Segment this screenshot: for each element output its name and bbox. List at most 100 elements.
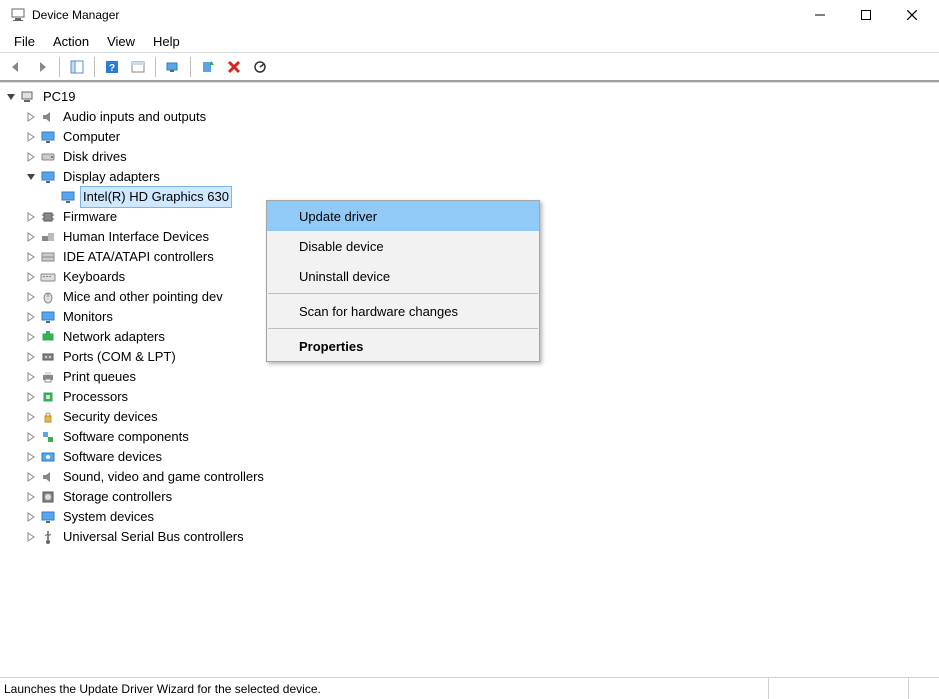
app-icon [10, 7, 26, 23]
monitor-icon [40, 129, 56, 145]
status-divider [768, 678, 769, 699]
menu-action[interactable]: Action [45, 32, 97, 51]
ctx-label: Update driver [299, 209, 377, 224]
tree-item-label-selected: Intel(R) HD Graphics 630 [80, 186, 232, 208]
hid-icon [40, 229, 56, 245]
ctx-separator [268, 328, 538, 329]
chevron-down-icon[interactable] [4, 90, 18, 104]
enable-disable-button[interactable] [248, 55, 272, 79]
chevron-right-icon[interactable] [24, 390, 38, 404]
display-adapter-icon [60, 189, 76, 205]
usb-icon [40, 529, 56, 545]
expander-spacer [44, 190, 58, 204]
port-icon [40, 349, 56, 365]
ctx-label: Scan for hardware changes [299, 304, 458, 319]
menu-help[interactable]: Help [145, 32, 188, 51]
chevron-right-icon[interactable] [24, 230, 38, 244]
titlebar: Device Manager [0, 0, 939, 30]
speaker-icon [40, 469, 56, 485]
ctx-update-driver[interactable]: Update driver [267, 201, 539, 231]
show-hide-tree-button[interactable] [65, 55, 89, 79]
software-device-icon [40, 449, 56, 465]
chevron-right-icon[interactable] [24, 510, 38, 524]
chevron-right-icon[interactable] [24, 470, 38, 484]
chevron-right-icon[interactable] [24, 210, 38, 224]
ctx-uninstall-device[interactable]: Uninstall device [267, 261, 539, 291]
chevron-right-icon[interactable] [24, 150, 38, 164]
tree-item-system[interactable]: System devices [0, 507, 939, 527]
tree-item-sound[interactable]: Sound, video and game controllers [0, 467, 939, 487]
cpu-icon [40, 389, 56, 405]
tree-item-storage[interactable]: Storage controllers [0, 487, 939, 507]
chevron-right-icon[interactable] [24, 370, 38, 384]
tree-item-computer[interactable]: Computer [0, 127, 939, 147]
forward-button[interactable] [30, 55, 54, 79]
properties-button[interactable] [126, 55, 150, 79]
tree-item-label: System devices [60, 506, 157, 528]
chevron-right-icon[interactable] [24, 410, 38, 424]
tree-item-label: IDE ATA/ATAPI controllers [60, 246, 217, 268]
ctx-disable-device[interactable]: Disable device [267, 231, 539, 261]
chevron-right-icon[interactable] [24, 450, 38, 464]
ide-icon [40, 249, 56, 265]
menu-view[interactable]: View [99, 32, 143, 51]
ctx-properties[interactable]: Properties [267, 331, 539, 361]
chevron-right-icon[interactable] [24, 310, 38, 324]
ctx-scan-hardware[interactable]: Scan for hardware changes [267, 296, 539, 326]
menu-file[interactable]: File [6, 32, 43, 51]
tree-item-label: Software devices [60, 446, 165, 468]
uninstall-button[interactable] [222, 55, 246, 79]
close-button[interactable] [889, 0, 935, 30]
tree-item-label: Sound, video and game controllers [60, 466, 267, 488]
storage-icon [40, 489, 56, 505]
lock-icon [40, 409, 56, 425]
tree-item-label: Disk drives [60, 146, 130, 168]
tree-item-display-adapters[interactable]: Display adapters [0, 167, 939, 187]
tree-item-processors[interactable]: Processors [0, 387, 939, 407]
ctx-label: Disable device [299, 239, 384, 254]
scan-hardware-button[interactable] [161, 55, 185, 79]
tree-item-disk-drives[interactable]: Disk drives [0, 147, 939, 167]
network-icon [40, 329, 56, 345]
tree-item-label: Ports (COM & LPT) [60, 346, 179, 368]
maximize-button[interactable] [843, 0, 889, 30]
tree-item-label: Network adapters [60, 326, 168, 348]
tree-item-software-components[interactable]: Software components [0, 427, 939, 447]
minimize-button[interactable] [797, 0, 843, 30]
tree-root[interactable]: PC19 [0, 87, 939, 107]
chevron-right-icon[interactable] [24, 290, 38, 304]
chevron-right-icon[interactable] [24, 250, 38, 264]
chevron-right-icon[interactable] [24, 330, 38, 344]
tree-item-label: Keyboards [60, 266, 128, 288]
tree-root-label: PC19 [40, 86, 79, 108]
tree-item-label: Computer [60, 126, 123, 148]
chevron-right-icon[interactable] [24, 270, 38, 284]
status-divider [908, 678, 909, 699]
tree-item-usb[interactable]: Universal Serial Bus controllers [0, 527, 939, 547]
toolbar: ? [0, 52, 939, 82]
chevron-right-icon[interactable] [24, 350, 38, 364]
tree-item-security[interactable]: Security devices [0, 407, 939, 427]
tree-item-print-queues[interactable]: Print queues [0, 367, 939, 387]
chevron-right-icon[interactable] [24, 130, 38, 144]
help-button[interactable]: ? [100, 55, 124, 79]
update-driver-button[interactable] [196, 55, 220, 79]
chevron-right-icon[interactable] [24, 110, 38, 124]
chevron-down-icon[interactable] [24, 170, 38, 184]
tree-item-label: Print queues [60, 366, 139, 388]
window-title: Device Manager [32, 8, 797, 22]
display-adapter-icon [40, 169, 56, 185]
tree-item-software-devices[interactable]: Software devices [0, 447, 939, 467]
back-button[interactable] [4, 55, 28, 79]
chip-icon [40, 209, 56, 225]
tree-item-audio[interactable]: Audio inputs and outputs [0, 107, 939, 127]
chevron-right-icon[interactable] [24, 490, 38, 504]
component-icon [40, 429, 56, 445]
tree-item-label: Firmware [60, 206, 120, 228]
tree-item-label: Human Interface Devices [60, 226, 212, 248]
monitor-icon [40, 309, 56, 325]
chevron-right-icon[interactable] [24, 430, 38, 444]
ctx-separator [268, 293, 538, 294]
context-menu: Update driver Disable device Uninstall d… [266, 200, 540, 362]
chevron-right-icon[interactable] [24, 530, 38, 544]
